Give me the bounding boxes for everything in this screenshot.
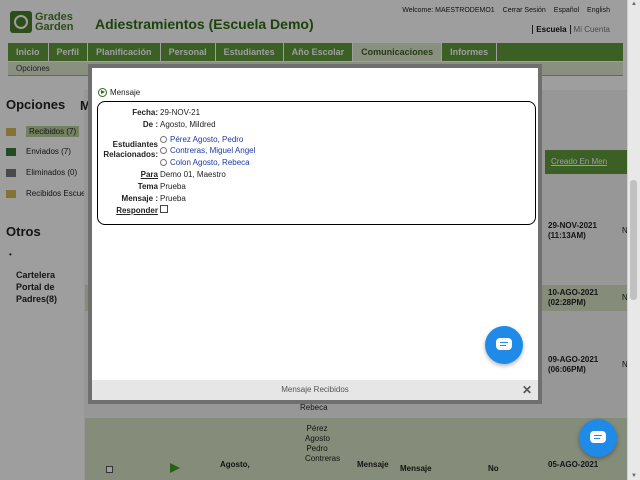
arrow-right-icon: [98, 88, 107, 97]
scroll-down-icon[interactable]: ▼: [628, 473, 640, 479]
estudiantes-label: Estudiantes Relacionados:: [103, 140, 158, 159]
modal-footer-title: Mensaje Recibidos: [281, 385, 349, 394]
radio-button[interactable]: [160, 136, 167, 143]
radio-button[interactable]: [160, 147, 167, 154]
message-details: Fecha: 29-NOV-21 De : Agosto, Mildred Es…: [97, 101, 536, 225]
para-label[interactable]: Para: [98, 170, 158, 179]
tema-label: Tema: [137, 182, 158, 191]
tema-value: Prueba: [160, 182, 186, 191]
mensaje-value: Prueba: [160, 194, 186, 203]
fecha-label: Fecha:: [132, 108, 158, 117]
scroll-thumb[interactable]: [630, 180, 637, 300]
para-value: Demo 01, Maestro: [160, 170, 226, 179]
de-label: De :: [142, 120, 158, 129]
page-scrollbar[interactable]: ▲ ▼: [627, 0, 640, 480]
de-value: Agosto, Mildred: [160, 120, 216, 129]
close-icon[interactable]: ✕: [522, 383, 532, 397]
student-option[interactable]: Pérez Agosto, Pedro: [160, 135, 243, 144]
message-modal: Mensaje Fecha: 29-NOV-21 De : Agosto, Mi…: [88, 64, 542, 404]
responder-label[interactable]: Responder: [98, 206, 158, 215]
scroll-up-icon[interactable]: ▲: [628, 1, 640, 7]
student-option[interactable]: Colon Agosto, Rebeca: [160, 158, 250, 167]
chat-icon[interactable]: [579, 419, 617, 457]
responder-checkbox[interactable]: [160, 205, 168, 213]
student-option[interactable]: Contreras, Miguel Angel: [160, 146, 255, 155]
chat-icon[interactable]: [485, 326, 523, 364]
radio-button[interactable]: [160, 159, 167, 166]
mensaje-label: Mensaje :: [121, 194, 158, 203]
fecha-value: 29-NOV-21: [160, 108, 201, 117]
modal-heading: Mensaje: [98, 88, 140, 97]
modal-footer: Mensaje Recibidos ✕: [92, 380, 538, 400]
